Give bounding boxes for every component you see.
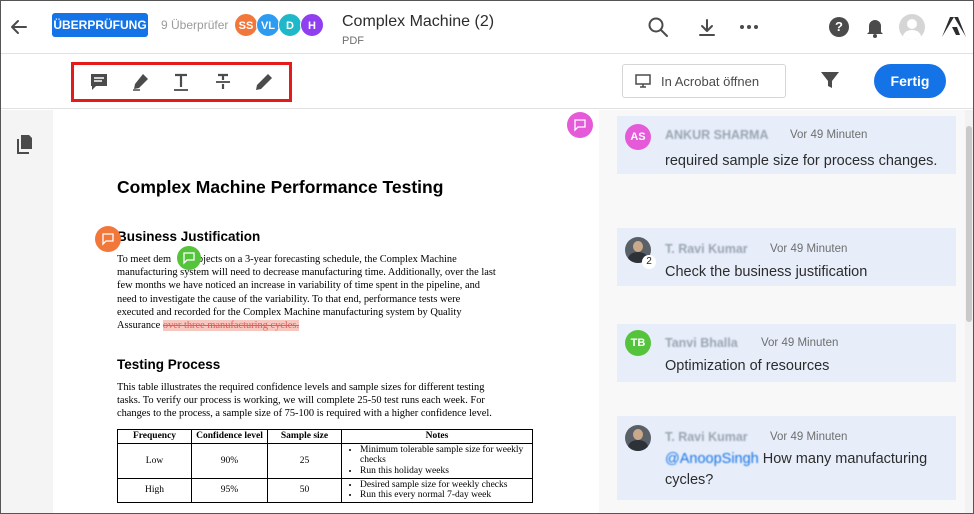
top-header: ÜBERPRÜFUNG 9 Überprüfer SS VL D H Compl… [1, 1, 973, 54]
reviewer-avatars[interactable]: SS VL D H [234, 13, 324, 37]
reviewers-count[interactable]: 9 Überprüfer [161, 18, 228, 32]
table-header-row: Frequency Confidence level Sample size N… [117, 429, 533, 444]
avatar[interactable]: D [278, 13, 302, 37]
avatar: TB [625, 330, 651, 356]
text-line: Assurance over three manufacturing cycle… [117, 319, 537, 332]
text-line: manufacturing system will need to decrea… [117, 267, 496, 279]
text-segment: Assurance [117, 320, 163, 332]
document-title: Complex Machine (2) [342, 13, 495, 30]
pdf-page: Complex Machine Performance Testing Busi… [53, 110, 599, 513]
back-arrow-icon[interactable] [9, 15, 29, 39]
list-item: Run this every normal 7-day week [360, 490, 530, 501]
comment-author: T. Ravi Kumar [665, 430, 748, 444]
list-item: Run this holiday weeks [360, 466, 530, 477]
comment-time: Vor 49 Minuten [790, 129, 868, 141]
text-line: need to investigate the cause of the var… [117, 293, 461, 305]
annotation-tools-highlighted [71, 62, 292, 102]
document-type: PDF [342, 35, 364, 47]
section-heading: Business Justification [117, 229, 261, 244]
comments-panel: AS ANKUR SHARMA Vor 49 Minuten required … [599, 110, 965, 513]
column-header: Notes [341, 429, 533, 444]
pages-icon[interactable] [15, 134, 35, 154]
open-in-acrobat-label: In Acrobat öffnen [661, 73, 760, 89]
comment-marker-icon[interactable] [567, 112, 593, 138]
table-cell: Desired sample size for weekly checks Ru… [341, 477, 533, 503]
reply-count-badge: 2 [642, 255, 656, 269]
column-header: Confidence level [191, 429, 268, 444]
avatar[interactable]: H [300, 13, 324, 37]
underline-text-tool-icon[interactable] [169, 70, 193, 94]
comment-message: required sample size for process changes… [665, 153, 938, 169]
comment-message: Check the business justification [665, 264, 868, 280]
comment-time: Vor 49 Minuten [761, 337, 839, 349]
table-cell: 50 [267, 477, 342, 503]
pdf-title: Complex Machine Performance Testing [117, 177, 444, 197]
left-rail [1, 110, 53, 513]
column-header: Sample size [267, 429, 342, 444]
text-line: This table illustrates the required conf… [117, 382, 485, 393]
comment-card[interactable]: 2 T. Ravi Kumar Vor 49 Minuten Check the… [617, 228, 956, 286]
text-line: changes to the process, a sample size of… [117, 408, 492, 420]
strikethrough-tool-icon[interactable] [211, 70, 235, 94]
text-line: tasks. To verify our process is working,… [117, 395, 485, 407]
avatar: AS [625, 124, 651, 150]
filter-icon[interactable] [819, 69, 841, 91]
comment-card[interactable]: T. Ravi Kumar Vor 49 Minuten @AnoopSingh… [617, 416, 956, 500]
column-header: Frequency [117, 429, 192, 444]
adobe-logo-icon[interactable] [941, 15, 966, 39]
review-badge: ÜBERPRÜFUNG [52, 13, 148, 37]
help-icon[interactable]: ? [827, 15, 851, 39]
list-item: Minimum tolerable sample size for weekly… [360, 445, 530, 466]
table-row: Low 90% 25 Minimum tolerable sample size… [117, 442, 533, 479]
document-viewer[interactable]: Complex Machine Performance Testing Busi… [53, 110, 599, 513]
comment-message: @AnoopSingh How many manufacturing cycle… [665, 449, 950, 491]
comment-author: T. Ravi Kumar [665, 242, 748, 256]
section-heading: Testing Process [117, 357, 221, 372]
table-cell: High [117, 477, 192, 503]
notifications-bell-icon[interactable] [863, 15, 887, 39]
table-row: High 95% 50 Desired sample size for week… [117, 477, 533, 503]
comments-scrollbar[interactable] [965, 110, 973, 513]
table-cell: 90% [191, 442, 268, 479]
open-in-acrobat-button[interactable]: In Acrobat öffnen [622, 64, 786, 98]
text-line: few months we have noticed an increase i… [117, 280, 480, 292]
comment-time: Vor 49 Minuten [770, 431, 848, 443]
table-cell: 95% [191, 477, 268, 503]
zoom-icon[interactable] [646, 15, 670, 39]
avatar[interactable]: SS [234, 13, 258, 37]
user-avatar-icon[interactable] [899, 14, 925, 40]
comment-time: Vor 49 Minuten [770, 243, 848, 255]
comment-card[interactable]: TB Tanvi Bhalla Vor 49 Minuten Optimizat… [617, 324, 956, 382]
list-item: Desired sample size for weekly checks [360, 480, 530, 491]
comment-author: ANKUR SHARMA [665, 128, 769, 142]
avatar [625, 425, 651, 451]
table-cell: 25 [267, 442, 342, 479]
done-button[interactable]: Fertig [874, 64, 946, 98]
app-window: ÜBERPRÜFUNG 9 Überprüfer SS VL D H Compl… [0, 0, 974, 514]
section-paragraph: This table illustrates the required conf… [117, 381, 537, 421]
table-cell: Low [117, 442, 192, 479]
text-line: executed and recorded for the Complex Ma… [117, 306, 462, 318]
comment-marker-icon[interactable] [177, 246, 201, 270]
scrollbar-thumb[interactable] [966, 126, 972, 322]
comment-tool-icon[interactable] [87, 70, 111, 94]
table-cell: Minimum tolerable sample size for weekly… [341, 442, 533, 479]
mention-link[interactable]: @AnoopSingh [665, 451, 759, 467]
comment-message: Optimization of resources [665, 358, 830, 374]
comment-marker-icon[interactable] [95, 226, 121, 252]
comment-card[interactable]: AS ANKUR SHARMA Vor 49 Minuten required … [617, 116, 956, 174]
strikethrough-annotation[interactable]: over three manufacturing cycles. [162, 320, 300, 332]
download-icon[interactable] [695, 15, 719, 39]
comment-author: Tanvi Bhalla [665, 336, 738, 350]
more-options-icon[interactable] [737, 15, 761, 39]
annotation-toolbar: In Acrobat öffnen Fertig [1, 55, 973, 109]
requirements-table: Frequency Confidence level Sample size N… [117, 429, 533, 503]
highlighter-tool-icon[interactable] [128, 70, 152, 94]
avatar[interactable]: VL [256, 13, 280, 37]
monitor-icon [635, 74, 651, 88]
draw-pencil-tool-icon[interactable] [252, 70, 276, 94]
